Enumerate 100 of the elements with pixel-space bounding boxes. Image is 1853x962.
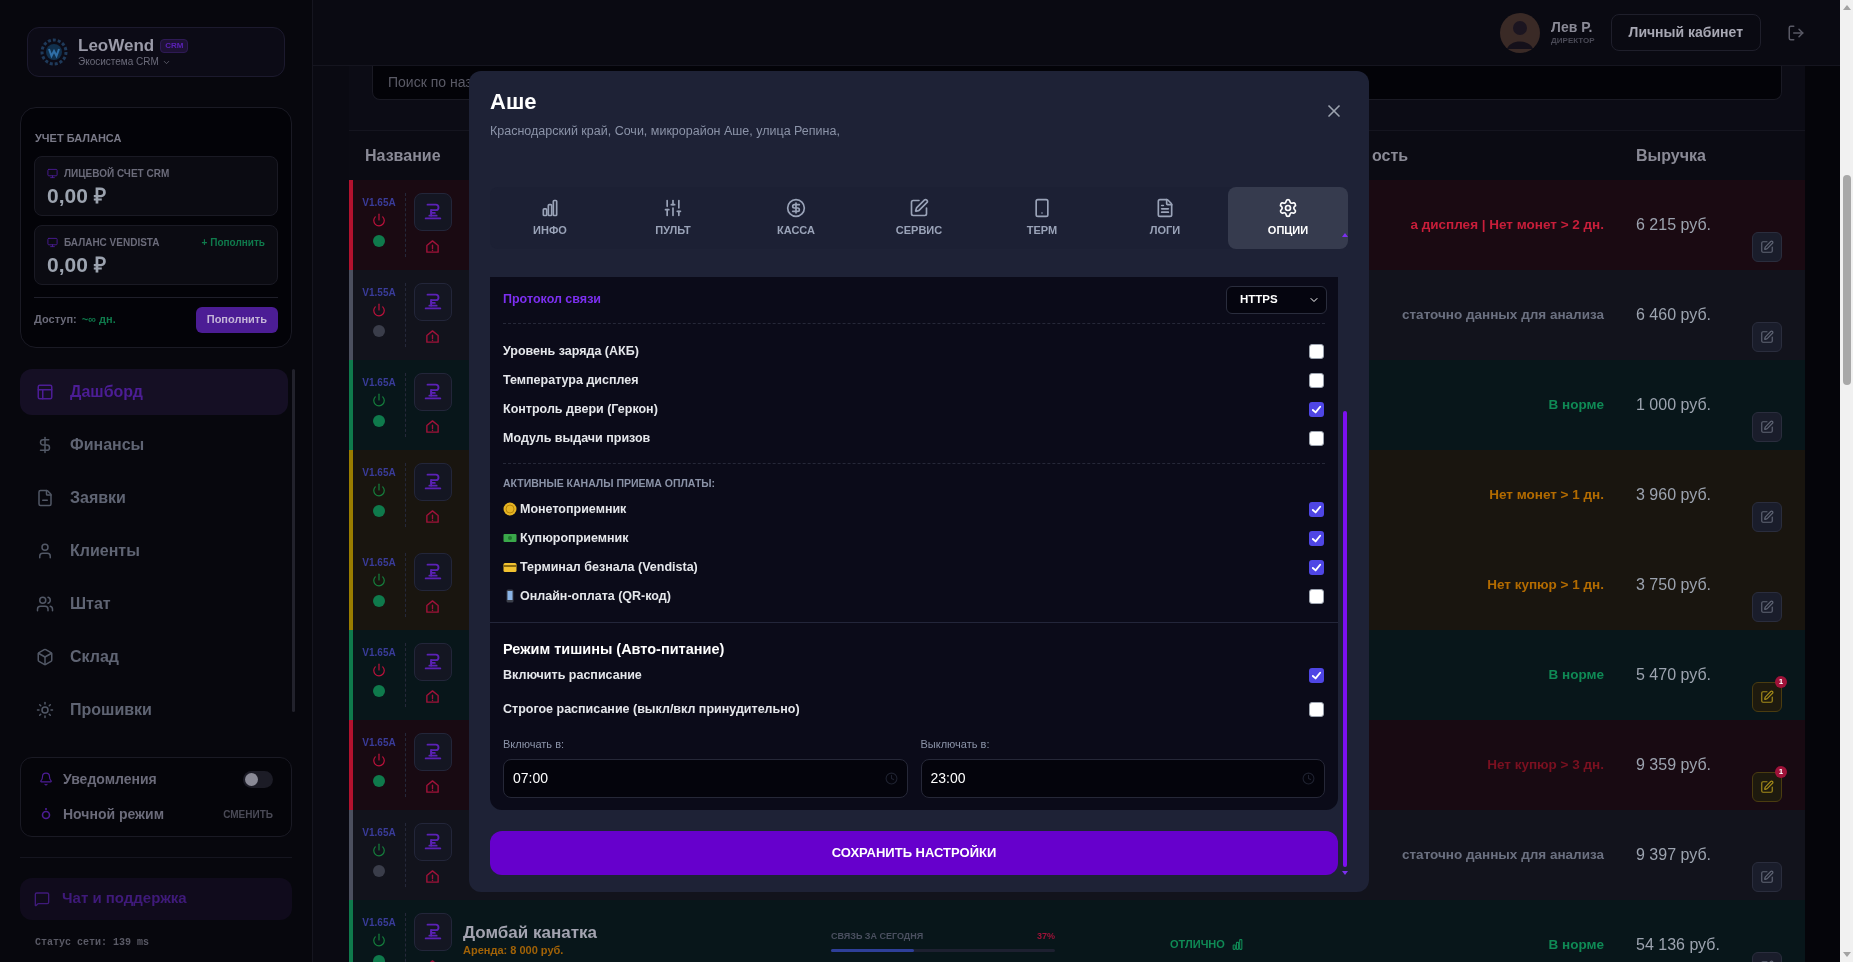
checkbox[interactable] xyxy=(1309,701,1324,717)
status-text: В норме xyxy=(1548,935,1604,954)
chat-icon xyxy=(34,890,50,907)
save-button[interactable]: СОХРАНИТЬ НАСТРОЙКИ xyxy=(490,830,1338,875)
machine-tile[interactable] xyxy=(413,373,452,411)
checkbox[interactable] xyxy=(1309,430,1324,446)
machine-tile[interactable] xyxy=(413,193,452,231)
edit-button[interactable] xyxy=(1752,502,1782,532)
scrollbar-thumb[interactable] xyxy=(1343,411,1347,867)
table-row[interactable]: V1.65A Домбай канатка Аренда: 8 000 руб. СВЯЗЬ ЗА СЕГОДНЯ 37% ОТЛИЧНО В норме 54 136 руб. xyxy=(349,900,1805,962)
scroll-up-icon[interactable] xyxy=(1342,233,1348,237)
pencil-icon xyxy=(1760,600,1774,614)
tab[interactable]: ЛОГИ xyxy=(1105,186,1225,249)
time-field[interactable]: 07:00 xyxy=(503,758,908,798)
tab[interactable]: ПУЛЬТ xyxy=(613,186,733,249)
revenue: 1 000 руб. xyxy=(1636,395,1711,415)
pencil-icon xyxy=(909,197,929,218)
banknote-icon xyxy=(503,531,517,545)
cabinet-button[interactable]: Личный кабинет xyxy=(1610,14,1761,51)
user-icon xyxy=(36,541,54,560)
box-icon xyxy=(36,647,54,666)
nav-item[interactable]: Прошивки xyxy=(20,686,288,733)
edit-button[interactable] xyxy=(1752,772,1782,802)
machine-tile[interactable] xyxy=(413,643,452,681)
checkbox[interactable] xyxy=(1309,559,1324,575)
revenue: 9 397 руб. xyxy=(1636,845,1711,865)
nav-item[interactable]: Финансы xyxy=(20,421,288,468)
tab[interactable]: СЕРВИС xyxy=(859,186,979,249)
scroll-up-icon[interactable] xyxy=(1842,4,1851,10)
status-text: В норме xyxy=(1548,395,1604,414)
logo-card[interactable]: LeoWend CRM Экосистема CRM xyxy=(27,27,285,77)
phone-icon xyxy=(1032,197,1052,218)
section-label: АКТИВНЫЕ КАНАЛЫ ПРИЕМА ОПЛАТЫ: xyxy=(503,475,717,491)
nav-item[interactable]: Клиенты xyxy=(20,527,288,574)
account-amount: 0,00 ₽ xyxy=(47,182,107,209)
document-icon xyxy=(1155,197,1175,218)
version-label: V1.65A xyxy=(362,737,396,749)
nav-item[interactable]: Заявки xyxy=(20,474,288,521)
machine-tile[interactable] xyxy=(413,913,452,951)
account-amount: 0,00 ₽ xyxy=(47,251,107,278)
time-field[interactable]: 23:00 xyxy=(920,758,1325,798)
nav-item[interactable]: Склад xyxy=(20,633,288,680)
notification-badge: 1 xyxy=(1775,676,1787,688)
tab[interactable]: КАССА xyxy=(736,186,856,249)
checkbox[interactable] xyxy=(1309,530,1324,546)
option-label: Уровень заряда (АКБ) xyxy=(503,342,639,360)
machine-tile[interactable] xyxy=(413,733,452,771)
tab[interactable]: ТЕРМ xyxy=(982,186,1102,249)
edit-button[interactable] xyxy=(1752,862,1782,892)
pencil-icon xyxy=(1760,690,1774,704)
checkbox[interactable] xyxy=(1309,343,1324,359)
topup-button[interactable]: Пополнить xyxy=(195,306,278,333)
checkbox[interactable] xyxy=(1309,501,1324,517)
edit-button[interactable] xyxy=(1752,592,1782,622)
scrollbar-thumb[interactable] xyxy=(1842,175,1851,385)
machine-tile[interactable] xyxy=(413,823,452,861)
option-label: Строгое расписание (выкл/вкл принудительно) xyxy=(503,700,800,718)
edit-button[interactable] xyxy=(1752,682,1782,712)
settings-icon xyxy=(1278,197,1298,218)
notification-badge: 1 xyxy=(1775,766,1787,778)
tab[interactable]: ОПЦИИ xyxy=(1228,186,1348,249)
edit-button[interactable] xyxy=(1752,412,1782,442)
revenue: 3 960 руб. xyxy=(1636,485,1711,505)
time-label: Включать в: xyxy=(503,737,566,753)
protocol-select[interactable]: HTTPS xyxy=(1226,285,1327,314)
checkbox[interactable] xyxy=(1309,401,1324,417)
house-alert-icon xyxy=(425,239,440,254)
logout-icon[interactable] xyxy=(1787,23,1805,42)
logo-icon xyxy=(40,38,68,66)
checkbox[interactable] xyxy=(1309,372,1324,388)
avatar[interactable] xyxy=(1500,12,1541,53)
scroll-down-icon[interactable] xyxy=(1842,952,1851,958)
version-label: V1.55A xyxy=(362,287,396,299)
notifications-toggle[interactable] xyxy=(243,770,273,788)
machine-tile[interactable] xyxy=(413,283,452,321)
users-icon xyxy=(36,594,54,613)
option-label: Монетоприемник xyxy=(520,500,627,518)
pencil-icon xyxy=(1760,510,1774,524)
machine-tile[interactable] xyxy=(413,553,452,591)
status-text: Нет купюр > 3 дн. xyxy=(1487,755,1604,774)
rent-label: Аренда: 8 000 руб. xyxy=(463,944,564,957)
dollar-icon xyxy=(786,197,806,218)
account-label: БАЛАНС VENDISTA xyxy=(64,235,160,250)
edit-button[interactable] xyxy=(1752,232,1782,262)
checkbox[interactable] xyxy=(1309,667,1324,683)
revenue: 6 215 руб. xyxy=(1636,215,1711,235)
topup-link[interactable]: + Пополнить xyxy=(201,234,265,250)
access-label: Доступ: xyxy=(34,312,77,328)
night-mode-label: Ночной режим xyxy=(63,804,164,824)
nav-item[interactable]: Штат xyxy=(20,580,288,627)
version-label: V1.65A xyxy=(362,827,396,839)
edit-button[interactable] xyxy=(1752,322,1782,352)
option-label: Купюроприемник xyxy=(520,529,629,547)
checkbox[interactable] xyxy=(1309,588,1324,604)
tab[interactable]: ИНФО xyxy=(490,186,610,249)
machine-tile[interactable] xyxy=(413,463,452,501)
signal-icon xyxy=(1230,937,1244,951)
scroll-down-icon[interactable] xyxy=(1342,871,1348,875)
connection-label: СВЯЗЬ ЗА СЕГОДНЯ xyxy=(831,930,924,943)
house-alert-icon xyxy=(425,419,440,434)
